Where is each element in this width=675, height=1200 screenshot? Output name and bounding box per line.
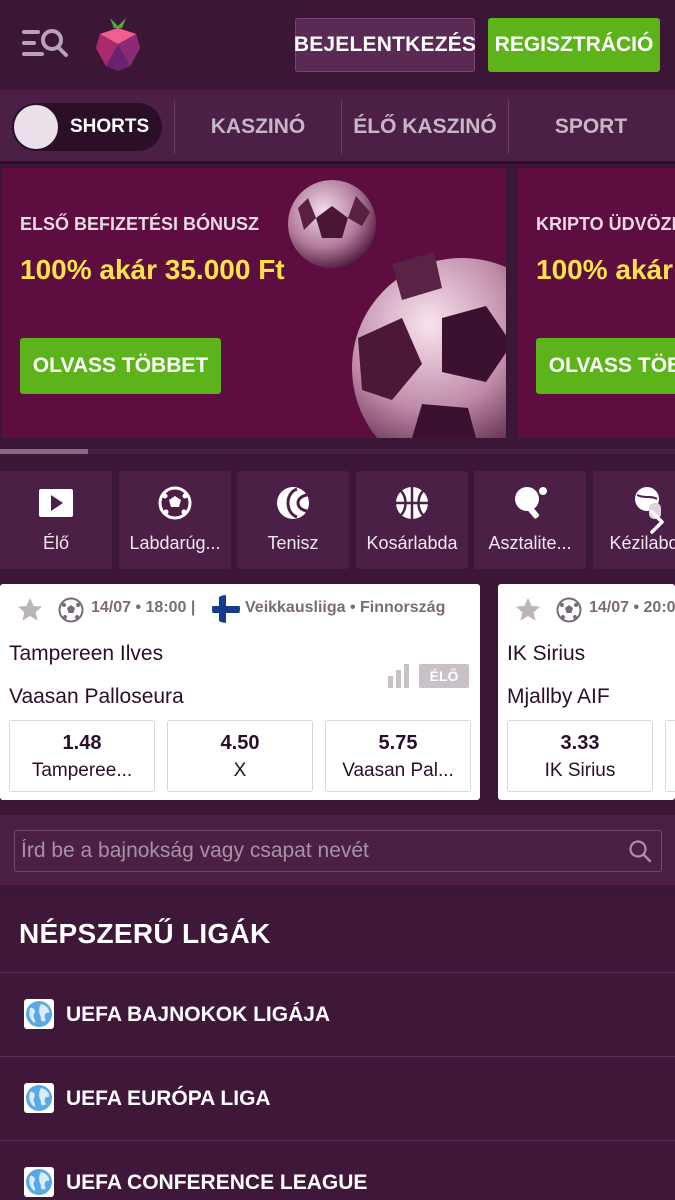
odd-button-home[interactable]: 3.33 IK Sirius <box>507 720 653 792</box>
sport-tile-football[interactable]: Labdarúg... <box>119 471 231 569</box>
toggle-knob <box>14 105 58 149</box>
login-button[interactable]: BEJELENTKEZÉS <box>294 18 476 72</box>
register-button[interactable]: REGISZTRÁCIÓ <box>488 18 660 72</box>
promo-banner[interactable]: KRIPTO ÜDVÖZLŐ 100% akár OLVASS TÖBBET <box>518 168 675 438</box>
popular-leagues-title: NÉPSZERŰ LIGÁK <box>19 918 271 949</box>
home-team: Tampereen Ilves <box>9 642 164 665</box>
sport-tile-basketball[interactable]: Kosárlabda <box>356 471 468 569</box>
odd-button-draw[interactable] <box>665 720 675 792</box>
raspberry-logo-icon[interactable] <box>92 16 144 72</box>
soccer-ball-icon <box>157 485 193 521</box>
league-team-search-input[interactable] <box>14 830 662 872</box>
globe-icon <box>24 1083 54 1113</box>
sport-label: Asztalite... <box>488 533 572 553</box>
promo-eyebrow: KRIPTO ÜDVÖZLŐ <box>536 214 675 234</box>
star-icon[interactable] <box>514 596 542 624</box>
odd-label: X <box>233 760 247 781</box>
league-item[interactable]: UEFA EURÓPA LIGA <box>0 1056 675 1140</box>
odd-button-draw[interactable]: 4.50 X <box>167 720 313 792</box>
odd-value: 4.50 <box>220 732 260 754</box>
nav-item-sport[interactable]: SPORT <box>509 90 673 164</box>
soccer-balls-illustration <box>272 168 506 438</box>
league-name: UEFA CONFERENCE LEAGUE <box>66 1171 368 1194</box>
promo-eyebrow: ELSŐ BEFIZETÉSI BÓNUSZ <box>20 214 260 234</box>
read-more-button[interactable]: OLVASS TÖBBET <box>536 338 675 394</box>
nav-item-live-casino[interactable]: ÉLŐ KASZINÓ <box>342 90 508 164</box>
shorts-label: SHORTS <box>70 116 150 137</box>
table-tennis-icon <box>512 485 548 521</box>
nav-divider <box>174 100 175 154</box>
star-icon[interactable] <box>16 596 44 624</box>
header: BEJELENTKEZÉS REGISZTRÁCIÓ <box>0 0 675 90</box>
match-time: 14/07 • 20:0 <box>589 599 675 616</box>
odd-value: 1.48 <box>62 732 102 754</box>
league-item[interactable]: UEFA CONFERENCE LEAGUE <box>0 1140 675 1200</box>
odd-button-away[interactable]: 5.75 Vaasan Pal... <box>325 720 471 792</box>
menu-search-icon[interactable] <box>22 26 68 62</box>
odd-label: IK Sirius <box>544 760 616 781</box>
league-name: UEFA EURÓPA LIGA <box>66 1087 271 1110</box>
home-team: IK Sirius <box>507 642 586 665</box>
odd-label: Tamperee... <box>31 760 133 781</box>
league-name: UEFA BAJNOKOK LIGÁJA <box>66 1003 331 1026</box>
stats-icon[interactable] <box>387 664 411 688</box>
match-time: 14/07 • 18:00 | <box>91 599 196 616</box>
odd-label: Vaasan Pal... <box>342 760 454 781</box>
odd-value: 3.33 <box>560 732 600 754</box>
nav-item-casino[interactable]: KASZINÓ <box>176 90 340 164</box>
match-card[interactable]: 14/07 • 18:00 | Veikkausliiga • Finnorsz… <box>0 584 480 800</box>
promo-banner[interactable]: ELSŐ BEFIZETÉSI BÓNUSZ 100% akár 35.000 … <box>2 168 506 438</box>
match-league[interactable]: Veikkausliiga • Finnország <box>245 599 445 617</box>
promo-slider-progress <box>0 449 675 454</box>
sport-label: Kosárlabda <box>366 533 458 553</box>
sport-tile-live[interactable]: Élő <box>0 471 112 569</box>
globe-icon <box>24 999 54 1029</box>
sport-tile-table-tennis[interactable]: Asztalite... <box>474 471 586 569</box>
globe-icon <box>24 1167 54 1197</box>
odd-button-home[interactable]: 1.48 Tamperee... <box>9 720 155 792</box>
league-item[interactable]: UEFA BAJNOKOK LIGÁJA <box>0 972 675 1056</box>
sport-tile-tennis[interactable]: Tenisz <box>237 471 349 569</box>
away-team: Mjallby AIF <box>507 685 610 708</box>
tennis-ball-icon <box>275 485 311 521</box>
soccer-ball-icon <box>58 597 84 623</box>
sport-label: Tenisz <box>267 533 319 553</box>
sports-carousel: Élő Labdarúg... Tenisz Kosárlabda Asztal… <box>0 471 675 569</box>
chevron-right-icon[interactable] <box>640 505 674 539</box>
finland-flag-icon <box>211 594 241 624</box>
main-nav: SHORTS KASZINÓ ÉLŐ KASZINÓ SPORT <box>0 90 675 164</box>
slider-progress-fill <box>0 449 88 454</box>
away-team: Vaasan Palloseura <box>9 685 184 708</box>
play-icon <box>38 485 74 521</box>
live-badge: ÉLŐ <box>419 664 469 688</box>
popular-leagues: NÉPSZERŰ LIGÁK UEFA BAJNOKOK LIGÁJA UEFA… <box>0 898 675 1200</box>
sport-label: Élő <box>42 533 69 553</box>
search-icon[interactable] <box>628 839 652 863</box>
odd-value: 5.75 <box>378 732 418 754</box>
read-more-button[interactable]: OLVASS TÖBBET <box>20 338 221 394</box>
search-bar <box>0 815 675 885</box>
promo-title: 100% akár 35.000 Ft <box>20 254 285 285</box>
sport-label: Labdarúg... <box>129 533 221 553</box>
soccer-ball-icon <box>556 597 582 623</box>
promo-title: 100% akár <box>536 254 674 285</box>
shorts-toggle[interactable]: SHORTS <box>12 103 162 151</box>
basketball-icon <box>394 485 430 521</box>
match-card[interactable]: 14/07 • 20:0 IK Sirius Mjallby AIF 3.33 … <box>498 584 675 800</box>
